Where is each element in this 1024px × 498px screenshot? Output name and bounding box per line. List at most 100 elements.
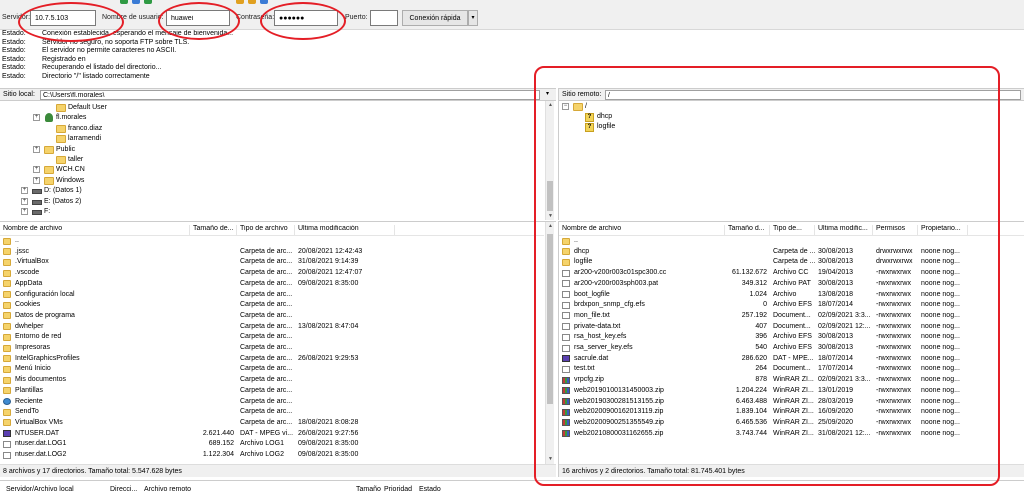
file-icon <box>3 451 11 459</box>
search-icon[interactable] <box>260 0 268 4</box>
tree-node[interactable]: + WCH.CN <box>33 165 244 175</box>
annotation-password <box>260 2 346 40</box>
tree-node[interactable]: taller <box>56 155 256 165</box>
cell-type: Carpeta de arc... <box>240 322 293 330</box>
queue-col-local[interactable]: Servidor/Archivo local <box>6 486 74 493</box>
cell-type: Carpeta de arc... <box>240 247 293 255</box>
table-row[interactable]: Configuración local Carpeta de arc... <box>0 290 544 301</box>
cell-name: Mis documentos <box>15 376 66 384</box>
table-row[interactable]: .vscode Carpeta de arc... 20/08/2021 12:47… <box>0 268 544 279</box>
folder-icon <box>3 237 11 245</box>
expand-icon[interactable]: + <box>21 197 28 205</box>
col-size[interactable]: Tamaño de... <box>190 225 237 235</box>
cell-name: .VirtualBox <box>15 258 49 266</box>
queue-col-remote[interactable]: Archivo remoto <box>144 486 191 493</box>
drive-icon <box>32 210 42 215</box>
cell-size: 1.122.304 <box>202 451 234 458</box>
quickconnect-button[interactable]: Conexión rápida <box>402 10 468 26</box>
queue-col-priority[interactable]: Prioridad <box>384 486 412 493</box>
table-row[interactable]: Menú Inicio Carpeta de arc... <box>0 364 544 375</box>
reconnect-icon[interactable] <box>120 0 128 4</box>
tree-node[interactable]: larramendi <box>56 134 256 144</box>
table-row[interactable]: AppData Carpeta de arc... 09/08/2021 8:35:… <box>0 279 544 290</box>
cancel-icon[interactable] <box>132 0 140 4</box>
tree-node[interactable]: + Public <box>33 145 244 155</box>
table-row[interactable]: VirtualBox VMs Carpeta de arc... 18/08/202… <box>0 418 544 429</box>
cell-type: Archivo LOG1 <box>240 440 284 448</box>
tree-label: F: <box>44 208 51 215</box>
tree-node[interactable]: + E: (Datos 2) <box>21 197 232 207</box>
port-input[interactable] <box>370 10 398 26</box>
table-row[interactable]: Datos de programa Carpeta de arc... <box>0 311 544 322</box>
expand-icon[interactable]: + <box>21 208 28 215</box>
cell-type: Carpeta de arc... <box>240 333 293 341</box>
cell-modified: 31/08/2021 9:14:39 <box>298 258 359 266</box>
cell-type: Carpeta de arc... <box>240 386 293 394</box>
expand-icon[interactable]: + <box>33 176 40 184</box>
folder-icon <box>56 104 66 112</box>
table-row[interactable]: NTUSER.DAT 2.621.440 DAT - MPEG vi... 26/08… <box>0 429 544 440</box>
table-row[interactable]: Entorno de red Carpeta de arc... <box>0 332 544 343</box>
compare-icon[interactable] <box>248 0 256 4</box>
cell-size: 2.621.440 <box>202 429 234 437</box>
cell-name: Menú Inicio <box>15 365 51 373</box>
table-row[interactable]: .VirtualBox Carpeta de arc... 31/08/2021 9… <box>0 257 544 268</box>
folder-icon <box>3 280 11 288</box>
cell-name: IntelGraphicsProfiles <box>15 354 80 362</box>
cell-modified: 13/08/2021 8:47:04 <box>298 322 359 330</box>
table-row[interactable]: .. <box>0 236 544 247</box>
folder-icon <box>3 291 11 298</box>
tree-node[interactable]: franco.diaz <box>56 124 256 134</box>
tree-node[interactable]: + fl.morales <box>33 113 244 123</box>
table-row[interactable]: dwhelper Carpeta de arc... 13/08/2021 8:47… <box>0 322 544 333</box>
cell-name: .jssc <box>15 247 29 255</box>
cell-type: Carpeta de arc... <box>240 279 293 287</box>
table-row[interactable]: ntuser.dat.LOG1 689.152 Archivo LOG1 09/08/… <box>0 439 544 450</box>
expand-icon[interactable]: + <box>33 145 40 153</box>
expand-icon[interactable]: + <box>33 166 40 174</box>
folder-icon <box>3 355 11 363</box>
queue-col-status[interactable]: Estado <box>419 486 441 493</box>
table-row[interactable]: Cookies Carpeta de arc... <box>0 300 544 311</box>
table-row[interactable]: Impresoras Carpeta de arc... <box>0 343 544 354</box>
tree-node[interactable]: Default User <box>56 103 256 113</box>
tree-label: D: (Datos 1) <box>44 187 82 195</box>
expand-icon[interactable]: + <box>33 114 40 122</box>
folder-icon <box>44 176 54 185</box>
expand-icon[interactable]: + <box>21 187 28 195</box>
annotation-host <box>18 2 124 42</box>
cell-modified: 09/08/2021 8:35:00 <box>298 279 359 287</box>
tree-node[interactable]: + F: <box>21 207 232 217</box>
sync-icon[interactable] <box>144 0 152 4</box>
cell-name: ntuser.dat.LOG2 <box>15 451 67 458</box>
cell-name: Datos de programa <box>15 311 75 319</box>
tree-node[interactable]: + D: (Datos 1) <box>21 186 232 196</box>
local-status-bar: 8 archivos y 17 directorios. Tamaño tota… <box>0 464 556 477</box>
local-list-header: Nombre de archivo Tamaño de... Tipo de a… <box>0 222 544 236</box>
queue-col-direction[interactable]: Direcci... <box>110 486 137 493</box>
queue-col-size[interactable]: Tamaño <box>356 486 381 493</box>
col-modified[interactable]: Última modificación <box>295 225 395 235</box>
cell-name: .vscode <box>15 269 40 277</box>
col-filename[interactable]: Nombre de archivo <box>0 225 190 235</box>
table-row[interactable]: SendTo Carpeta de arc... <box>0 407 544 418</box>
cell-type: Carpeta de arc... <box>240 397 293 405</box>
local-path-input[interactable] <box>40 90 540 100</box>
table-row[interactable]: ntuser.dat.LOG2 1.122.304 Archivo LOG2 09/0… <box>0 450 544 461</box>
user-folder-icon <box>45 113 53 123</box>
recent-icon <box>3 398 11 405</box>
annotation-remote-panel <box>534 66 1000 486</box>
tree-label: Default User <box>68 104 107 111</box>
filter-icon[interactable] <box>236 0 244 4</box>
table-row[interactable]: .jssc Carpeta de arc... 20/08/2021 12:42:4… <box>0 247 544 258</box>
quickconnect-dropdown-icon[interactable]: ▾ <box>468 10 478 26</box>
table-row[interactable]: IntelGraphicsProfiles Carpeta de arc... 26… <box>0 354 544 365</box>
quickconnect-bar: Servidor: Nombre de usuario: Contraseña:… <box>0 6 1024 30</box>
table-row[interactable]: Reciente Carpeta de arc... <box>0 397 544 408</box>
col-type[interactable]: Tipo de archivo <box>237 225 295 235</box>
table-row[interactable]: Mis documentos Carpeta de arc... <box>0 375 544 386</box>
annotation-user <box>158 2 240 40</box>
local-tree-panel: Sitio local: ▾ Default User + fl.morales fr… <box>0 88 556 220</box>
tree-node[interactable]: + Windows <box>33 176 244 186</box>
table-row[interactable]: Plantillas Carpeta de arc... <box>0 386 544 397</box>
